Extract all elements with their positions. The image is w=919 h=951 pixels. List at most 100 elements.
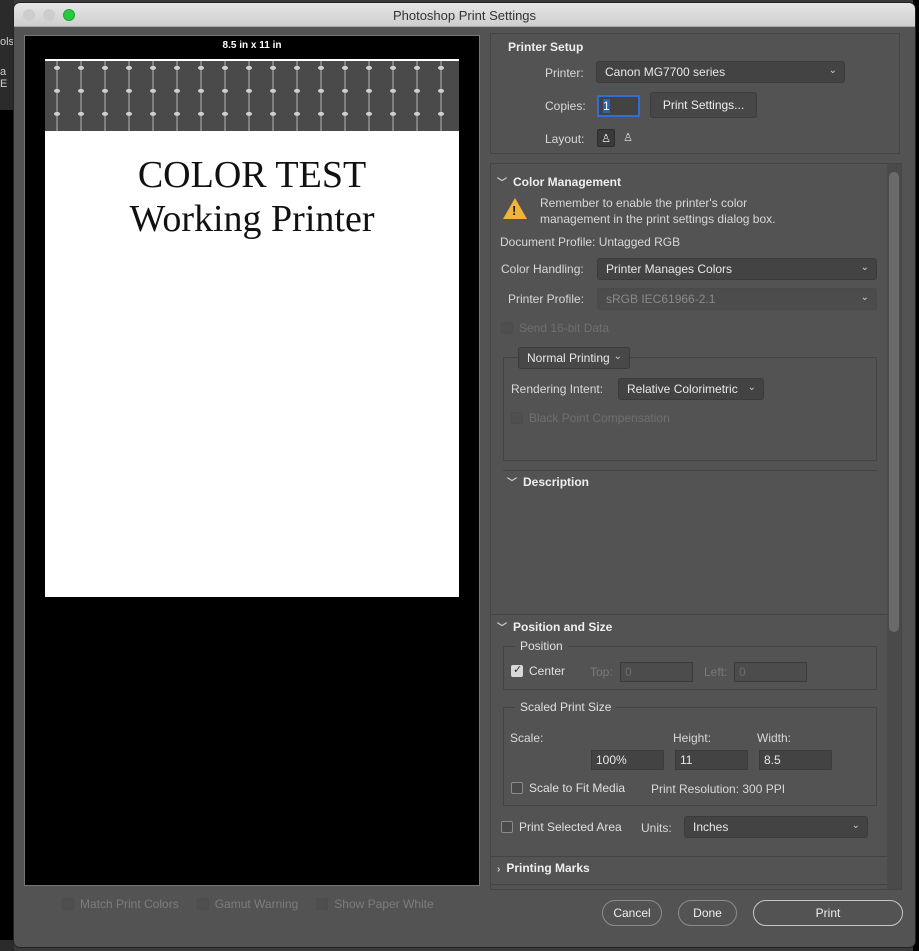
chevron-right-icon: › — [497, 864, 501, 875]
section-divider — [491, 614, 887, 615]
chevron-down-icon: ﹀ — [507, 478, 517, 489]
print-settings-dialog: Photoshop Print Settings 8.5 in x 11 in … — [14, 3, 915, 947]
checkbox-label: Gamut Warning — [214, 897, 299, 911]
printer-label: Printer: — [545, 66, 584, 80]
scale-label: Scale: — [510, 731, 544, 745]
chevron-down-icon: ﹀ — [497, 178, 507, 189]
checkbox-label: Send 16-bit Data — [519, 321, 610, 335]
print-preview[interactable]: 8.5 in x 11 in COLOR TEST Working Printe… — [24, 35, 480, 886]
height-input[interactable]: 11 — [675, 750, 748, 770]
scale-value: 100% — [596, 753, 627, 767]
send-16bit-checkbox[interactable]: Send 16-bit Data — [501, 321, 609, 335]
printer-profile-value: sRGB IEC61966-2.1 — [606, 292, 716, 306]
units-select[interactable]: Inches ⌄ — [684, 816, 868, 838]
position-size-header[interactable]: ﹀ Position and Size — [497, 619, 612, 634]
chevron-down-icon: ⌄ — [747, 382, 756, 393]
left-value: 0 — [739, 665, 746, 679]
cancel-button[interactable]: Cancel — [602, 900, 662, 926]
units-value: Inches — [693, 820, 729, 834]
document-text-line2: Working Printer — [129, 198, 375, 240]
printing-mode-select[interactable]: Normal Printing ⌄ — [518, 347, 630, 369]
description-heading: Description — [523, 475, 590, 489]
chevron-down-icon: ⌄ — [860, 262, 869, 273]
checkbox-label: Print Selected Area — [519, 820, 622, 834]
print-resolution-text: Print Resolution: 300 PPI — [651, 782, 786, 796]
printer-profile-select[interactable]: sRGB IEC61966-2.1 ⌄ — [597, 288, 877, 310]
portrait-layout-icon[interactable]: ♙ — [597, 129, 615, 147]
units-label: Units: — [641, 821, 672, 835]
left-input[interactable]: 0 — [734, 662, 807, 682]
scale-input[interactable]: 100% — [591, 750, 664, 770]
copies-value: 1 — [603, 99, 610, 113]
color-warning-text: Remember to enable the printer's color m… — [540, 195, 775, 227]
layout-label: Layout: — [545, 132, 585, 146]
gamut-warning-checkbox[interactable]: Gamut Warning — [196, 897, 299, 911]
warning-line: Remember to enable the printer's color — [540, 196, 748, 210]
description-header[interactable]: ﹀ Description — [507, 474, 589, 489]
copies-input[interactable]: 1 — [597, 95, 640, 117]
functions-heading: Functions — [506, 887, 563, 889]
document-profile-text: Document Profile: Untagged RGB — [500, 235, 681, 249]
landscape-layout-icon[interactable]: ♙ — [619, 129, 637, 147]
center-checkbox[interactable]: Center — [511, 663, 566, 678]
checkbox-box[interactable] — [62, 898, 74, 910]
printer-select-value: Canon MG7700 series — [605, 65, 726, 79]
print-button[interactable]: Print — [753, 900, 903, 926]
checkbox-label: Show Paper White — [334, 897, 434, 911]
checkbox-box[interactable] — [511, 663, 523, 677]
settings-scroll-panel[interactable]: ﹀ Color Management ! Remember to enable t… — [490, 163, 902, 890]
background-text: a E — [0, 66, 8, 90]
width-value: 8.5 — [764, 753, 781, 767]
top-value: 0 — [625, 665, 632, 679]
show-paper-white-checkbox[interactable]: Show Paper White — [316, 897, 434, 911]
scrollbar-thumb[interactable] — [889, 172, 899, 632]
printing-marks-header[interactable]: › Printing Marks — [497, 861, 590, 875]
checkbox-label: Center — [529, 664, 566, 678]
checkbox-box[interactable] — [501, 322, 513, 334]
chevron-down-icon: ⌄ — [860, 292, 869, 303]
print-settings-button[interactable]: Print Settings... — [650, 92, 757, 118]
checkbox-label: Black Point Compensation — [529, 411, 670, 425]
scale-to-fit-checkbox[interactable]: Scale to Fit Media — [511, 781, 625, 795]
rendering-intent-label: Rendering Intent: — [511, 382, 604, 396]
preview-options: Match Print Colors Gamut Warning Show Pa… — [62, 897, 434, 911]
color-handling-select[interactable]: Printer Manages Colors ⌄ — [597, 258, 877, 280]
print-selected-area-checkbox[interactable]: Print Selected Area — [501, 820, 622, 834]
document-pattern-banner — [45, 61, 459, 131]
scaled-print-size-title: Scaled Print Size — [515, 700, 617, 714]
top-input[interactable]: 0 — [620, 662, 693, 682]
black-point-checkbox[interactable]: Black Point Compensation — [511, 411, 670, 425]
checkbox-box[interactable] — [501, 821, 513, 833]
background-canvas — [0, 110, 14, 940]
scrollbar[interactable] — [887, 164, 901, 889]
section-divider — [503, 470, 877, 471]
printer-setup-heading: Printer Setup — [508, 40, 584, 54]
copies-label: Copies: — [545, 99, 586, 113]
position-group-title: Position — [515, 639, 568, 653]
color-handling-value: Printer Manages Colors — [606, 262, 733, 276]
printer-select[interactable]: Canon MG7700 series ⌄ — [596, 61, 845, 83]
position-size-heading: Position and Size — [513, 620, 613, 634]
background-app: ols a E — [0, 0, 14, 951]
printing-mode-group — [503, 357, 877, 461]
section-divider — [491, 884, 887, 885]
checkbox-box[interactable] — [196, 898, 209, 910]
checkbox-box[interactable] — [511, 782, 523, 794]
background-text: ols — [0, 36, 15, 48]
preview-paper[interactable]: COLOR TEST Working Printer — [45, 59, 459, 597]
printer-setup-section: Printer Setup Printer: Canon MG7700 seri… — [490, 33, 900, 154]
width-input[interactable]: 8.5 — [759, 750, 832, 770]
color-management-header[interactable]: ﹀ Color Management — [497, 174, 621, 189]
checkbox-label: Scale to Fit Media — [529, 781, 626, 795]
rendering-intent-select[interactable]: Relative Colorimetric ⌄ — [618, 378, 764, 400]
checkbox-label: Match Print Colors — [80, 897, 179, 911]
checkbox-box[interactable] — [316, 898, 329, 910]
top-label: Top: — [590, 665, 613, 679]
functions-header[interactable]: ›Functions — [497, 887, 563, 889]
done-button[interactable]: Done — [678, 900, 737, 926]
checkbox-box[interactable] — [511, 412, 523, 424]
match-print-colors-checkbox[interactable]: Match Print Colors — [62, 897, 179, 911]
titlebar: Photoshop Print Settings — [14, 3, 915, 27]
section-divider — [491, 856, 887, 857]
chevron-down-icon: ﹀ — [497, 623, 507, 634]
